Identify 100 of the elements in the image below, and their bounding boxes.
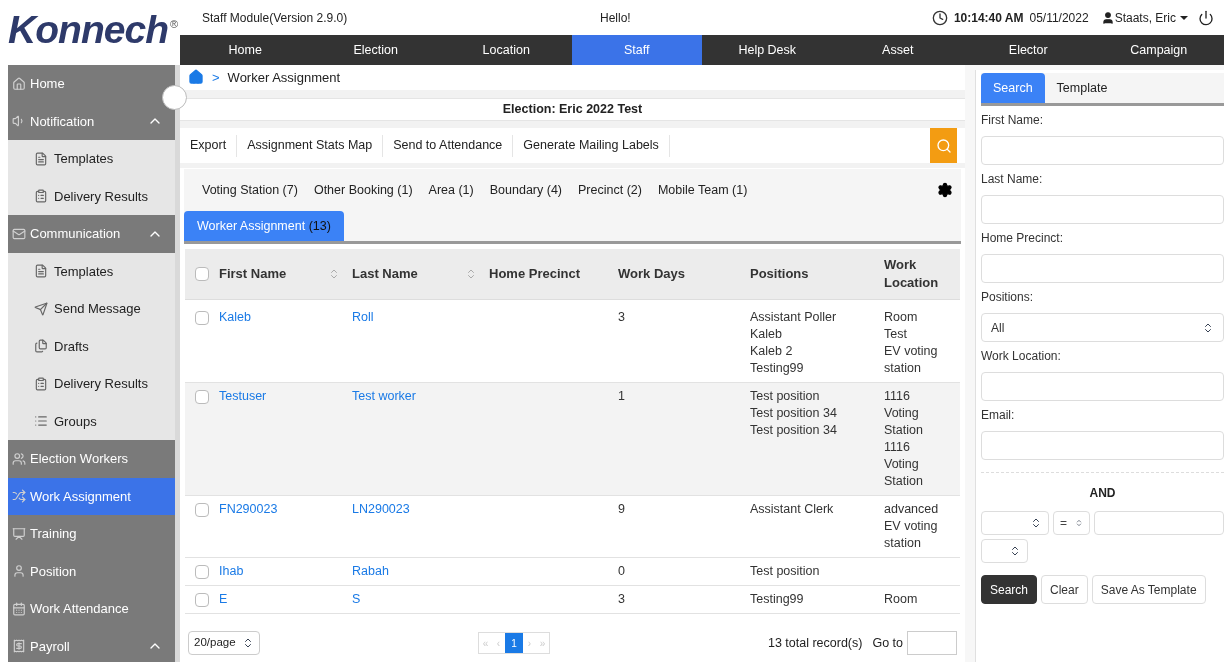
sort-icon[interactable] [465, 268, 477, 280]
nav-tab[interactable]: Elector [963, 35, 1094, 65]
table-cell: 1 [618, 389, 625, 403]
nav-tab[interactable]: Campaign [1093, 35, 1224, 65]
menu-icon [12, 226, 26, 241]
name-link[interactable]: Ihab [219, 564, 244, 578]
panel-button[interactable]: Clear [1041, 575, 1088, 604]
page-button[interactable]: 1 [504, 633, 523, 653]
home-icon[interactable] [188, 69, 204, 86]
filter-tab[interactable]: Precinct (2) [570, 176, 650, 204]
goto-field[interactable] [907, 631, 957, 655]
filter-tab[interactable]: Other Booking (1) [305, 176, 421, 204]
input-field[interactable] [981, 195, 1224, 224]
select-field[interactable]: = [1053, 511, 1090, 535]
sort-icon[interactable] [328, 268, 340, 280]
name-link[interactable]: FN290023 [219, 502, 278, 516]
panel-tab[interactable]: Template [1044, 73, 1120, 103]
date: 05/11/2022 [1029, 9, 1089, 27]
checkbox[interactable] [195, 503, 209, 517]
updown-icon [1202, 321, 1214, 334]
select-field[interactable]: All [981, 313, 1224, 342]
filter-tab[interactable]: Mobile Team (1) [649, 176, 756, 204]
column-header: Home Precinct [489, 265, 582, 284]
settings-icon[interactable] [937, 182, 953, 198]
checkbox[interactable] [195, 565, 209, 579]
sidebar-item[interactable]: Work Assignment [8, 477, 175, 515]
table-cell-text: Test position 34 [750, 422, 838, 439]
sidebar-item[interactable]: Communication [8, 215, 175, 253]
select-field[interactable] [981, 511, 1049, 535]
sidebar-item[interactable]: Home [8, 65, 175, 103]
toolbar-button[interactable]: Export [180, 134, 238, 157]
nav-tab[interactable]: Election [310, 35, 441, 65]
sidebar-subitem[interactable]: Groups [8, 402, 175, 440]
sidebar-item[interactable]: Position [8, 552, 175, 590]
sidebar-item[interactable]: Work Attendance [8, 590, 175, 628]
nav-tab[interactable]: Asset [832, 35, 963, 65]
panel-button[interactable]: Search [981, 575, 1038, 604]
checkbox[interactable] [195, 390, 209, 404]
table-cell-text: Station [884, 473, 924, 490]
filter-tab[interactable]: Area (1) [420, 176, 482, 204]
menu-icon [34, 189, 48, 204]
name-link[interactable]: Kaleb [219, 310, 251, 324]
sidebar-subitem[interactable]: Delivery Results [8, 177, 175, 215]
sidebar-item[interactable]: Election Workers [8, 440, 175, 478]
table-cell-text: Voting [884, 405, 920, 422]
filter-tab[interactable]: Boundary (4) [481, 176, 570, 204]
input-field[interactable] [981, 254, 1224, 283]
filter-tab[interactable]: Voting Station (7) [194, 176, 306, 204]
select-field[interactable] [981, 539, 1028, 563]
name-link[interactable]: Rabah [352, 564, 389, 578]
checkbox[interactable] [195, 311, 209, 325]
table-cell-text: Station [884, 422, 924, 439]
toolbar-button[interactable]: Assignment Stats Map [237, 134, 384, 157]
sidebar-item[interactable]: Notification [8, 102, 175, 140]
table-cell-text: 1116 [884, 388, 911, 405]
panel-button[interactable]: Save As Template [1091, 575, 1206, 604]
nav-tab[interactable]: Help Desk [702, 35, 833, 65]
user-menu[interactable]: Staats, Eric [1114, 8, 1188, 27]
menu-icon [34, 414, 48, 429]
table-cell-text: Test [884, 326, 908, 343]
registered-mark: ® [170, 17, 179, 32]
name-link[interactable]: Testuser [219, 389, 267, 403]
menu-icon [12, 564, 26, 579]
name-link[interactable]: LN290023 [352, 502, 410, 516]
name-link[interactable]: S [352, 592, 361, 606]
nav-tab[interactable]: Home [180, 35, 311, 65]
sidebar-subitem[interactable]: Templates [8, 252, 175, 290]
sidebar-subitem[interactable]: Send Message [8, 290, 175, 328]
input-field[interactable] [1094, 511, 1224, 535]
input-field[interactable] [981, 431, 1224, 460]
checkbox[interactable] [195, 593, 209, 607]
field-label: Email: [981, 407, 1016, 424]
name-link[interactable]: Roll [352, 310, 374, 324]
time: 10:14:40 AM [953, 9, 1024, 27]
sidebar-subitem[interactable]: Drafts [8, 327, 175, 365]
toolbar-button[interactable]: Generate Mailing Labels [513, 134, 670, 157]
nav-tab[interactable]: Location [441, 35, 572, 65]
table-cell-text: Kaleb 2 [750, 343, 794, 360]
power-icon[interactable] [1198, 9, 1214, 26]
updown-icon [1075, 517, 1083, 529]
sidebar-item[interactable]: Payroll [8, 627, 175, 662]
toolbar-button[interactable]: Send to Attendance [383, 134, 514, 157]
page-size-select[interactable]: 20/page [188, 631, 260, 655]
sidebar-subitem[interactable]: Delivery Results [8, 365, 175, 403]
checkbox[interactable] [195, 267, 209, 281]
input-field[interactable] [981, 372, 1224, 401]
input-field[interactable] [981, 136, 1224, 165]
name-link[interactable]: Test worker [352, 389, 416, 403]
panel-tab[interactable]: Search [981, 73, 1045, 103]
menu-icon [34, 151, 48, 166]
search-button[interactable] [930, 128, 957, 164]
sidebar-subitem[interactable]: Templates [8, 140, 175, 178]
goto-label: Go to [872, 634, 903, 652]
table-row[interactable]: Testuser Test worker 1 Test position Test position 34 Test position 34 1116 Voting Station 1116 Voting Station [185, 383, 960, 496]
search-icon [935, 137, 952, 154]
view-tab[interactable]: Worker Assignment (13) [184, 211, 344, 241]
sidebar-item[interactable]: Training [8, 515, 175, 553]
column-header: Last Name [352, 265, 419, 284]
nav-tab[interactable]: Staff [571, 35, 702, 65]
name-link[interactable]: E [219, 592, 228, 606]
